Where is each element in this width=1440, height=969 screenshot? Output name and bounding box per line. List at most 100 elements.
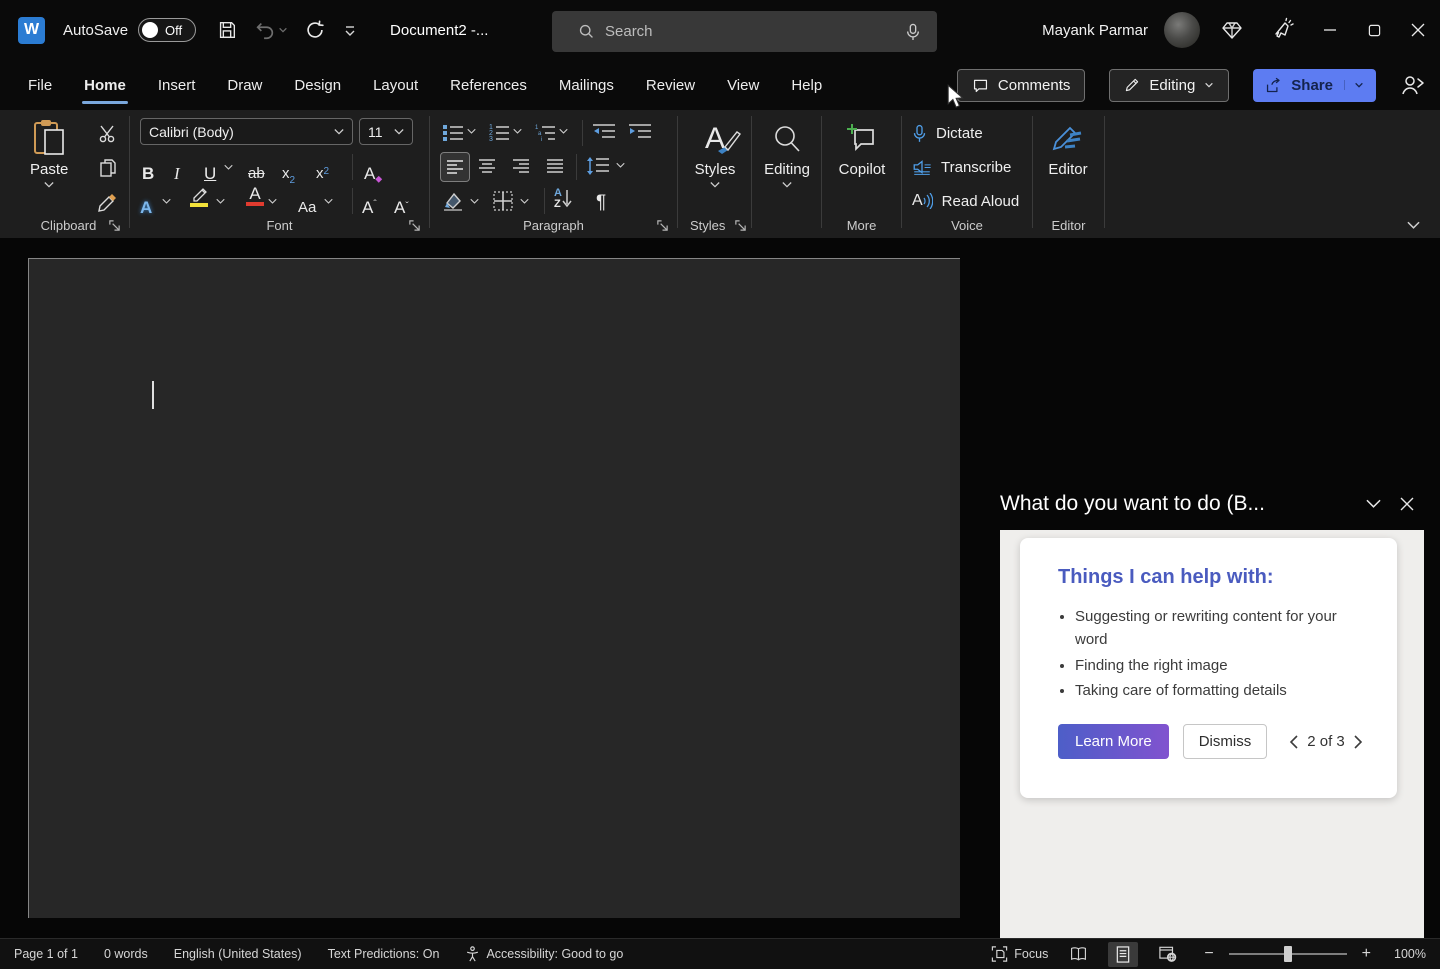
underline-dropdown-icon[interactable] (224, 164, 233, 171)
shrink-font-button[interactable]: Aˇ (394, 188, 409, 216)
multilevel-list-button[interactable]: 1ai (534, 122, 556, 142)
tab-insert[interactable]: Insert (142, 60, 212, 110)
editing-mode-button[interactable]: Editing (1109, 69, 1229, 102)
share-button[interactable]: Share (1253, 69, 1376, 102)
text-predictions-indicator[interactable]: Text Predictions: On (328, 947, 440, 961)
paragraph-dialog-launcher-icon[interactable] (656, 219, 669, 232)
align-left-button[interactable] (440, 152, 470, 182)
maximize-button[interactable] (1352, 0, 1396, 60)
cut-icon[interactable] (98, 124, 118, 144)
customize-quick-access-icon[interactable] (342, 22, 358, 38)
document-page[interactable] (28, 258, 960, 918)
align-center-button[interactable] (478, 158, 496, 174)
justify-button[interactable] (546, 158, 564, 174)
comments-button[interactable]: Comments (957, 69, 1086, 102)
word-logo-icon[interactable]: W (18, 17, 45, 44)
tab-mailings[interactable]: Mailings (543, 60, 630, 110)
bold-button[interactable]: B (142, 154, 154, 182)
focus-mode-button[interactable]: Focus (991, 946, 1048, 962)
accessibility-status[interactable]: Accessibility: Good to go (465, 946, 623, 962)
styles-button[interactable]: A Styles (686, 120, 744, 189)
superscript-button[interactable]: x2 (316, 154, 329, 182)
language-indicator[interactable]: English (United States) (174, 947, 302, 961)
paste-button[interactable]: Paste (30, 118, 68, 189)
close-button[interactable] (1396, 0, 1440, 60)
next-card-icon[interactable] (1354, 735, 1363, 749)
dismiss-button[interactable]: Dismiss (1183, 724, 1268, 759)
tab-layout[interactable]: Layout (357, 60, 434, 110)
autosave-toggle[interactable]: Off (138, 18, 196, 42)
line-spacing-dropdown-icon[interactable] (616, 162, 625, 169)
learn-more-button[interactable]: Learn More (1058, 724, 1169, 759)
format-painter-icon[interactable] (96, 190, 120, 214)
search-input[interactable]: Search (552, 11, 937, 52)
tab-draw[interactable]: Draw (211, 60, 278, 110)
shading-button[interactable] (442, 190, 464, 212)
strikethrough-button[interactable]: ab (248, 154, 265, 182)
tab-references[interactable]: References (434, 60, 543, 110)
tab-home[interactable]: Home (68, 60, 142, 110)
copy-icon[interactable] (98, 158, 118, 178)
shading-dropdown-icon[interactable] (470, 198, 479, 205)
decrease-indent-button[interactable] (592, 122, 616, 142)
numbered-list-dropdown-icon[interactable] (513, 128, 522, 135)
redo-icon[interactable] (304, 19, 326, 41)
underline-button[interactable]: U (204, 154, 216, 182)
read-mode-button[interactable] (1063, 942, 1093, 967)
page-indicator[interactable]: Page 1 of 1 (14, 947, 78, 961)
avatar[interactable] (1164, 12, 1200, 48)
diamond-icon[interactable] (1220, 18, 1244, 42)
highlight-dropdown-icon[interactable] (216, 198, 225, 205)
transcribe-button[interactable]: Transcribe (912, 152, 1011, 182)
italic-button[interactable]: I (174, 154, 180, 182)
share-dropdown-icon[interactable] (1344, 80, 1364, 90)
microphone-icon[interactable] (905, 23, 921, 41)
read-aloud-button[interactable]: A Read Aloud (912, 186, 1019, 216)
subscript-button[interactable]: x2 (282, 154, 295, 182)
tab-file[interactable]: File (12, 60, 68, 110)
font-size-combobox[interactable]: 11 (359, 118, 413, 145)
text-effects-button[interactable]: A (140, 188, 152, 216)
editor-button[interactable]: Editor (1039, 120, 1097, 178)
zoom-slider-handle[interactable] (1284, 946, 1292, 962)
borders-button[interactable] (492, 190, 514, 212)
styles-dialog-launcher-icon[interactable] (734, 219, 747, 232)
zoom-out-button[interactable]: − (1204, 945, 1213, 963)
previous-card-icon[interactable] (1289, 735, 1298, 749)
highlight-color-button[interactable] (190, 186, 210, 207)
bullet-list-button[interactable] (442, 122, 464, 142)
bullet-list-dropdown-icon[interactable] (467, 128, 476, 135)
tab-review[interactable]: Review (630, 60, 711, 110)
copilot-button[interactable]: Copilot (826, 120, 898, 178)
text-effects-dropdown-icon[interactable] (162, 198, 171, 205)
user-name[interactable]: Mayank Parmar (1042, 22, 1148, 39)
line-spacing-button[interactable] (586, 156, 610, 176)
megaphone-feedback-icon[interactable] (1270, 17, 1296, 43)
numbered-list-button[interactable]: 123 (488, 122, 510, 142)
font-color-dropdown-icon[interactable] (268, 198, 277, 205)
increase-indent-button[interactable] (628, 122, 652, 142)
web-layout-button[interactable] (1153, 942, 1183, 967)
zoom-level[interactable]: 100% (1394, 947, 1426, 961)
tab-design[interactable]: Design (278, 60, 357, 110)
font-name-combobox[interactable]: Calibri (Body) (140, 118, 353, 145)
borders-dropdown-icon[interactable] (520, 198, 529, 205)
tab-view[interactable]: View (711, 60, 775, 110)
save-icon[interactable] (216, 19, 238, 41)
grow-font-button[interactable]: Aˆ (362, 188, 377, 216)
editing-button[interactable]: Editing (756, 120, 818, 189)
dictate-button[interactable]: Dictate (912, 118, 983, 148)
undo-icon[interactable] (254, 19, 276, 41)
clipboard-dialog-launcher-icon[interactable] (108, 219, 121, 232)
undo-dropdown-icon[interactable] (278, 25, 288, 35)
sort-button[interactable]: AZ (554, 188, 572, 210)
show-formatting-marks-button[interactable]: ¶ (596, 186, 606, 214)
font-color-button[interactable]: A (246, 186, 264, 206)
print-layout-button[interactable] (1108, 942, 1138, 967)
collapse-ribbon-icon[interactable] (1407, 221, 1420, 230)
collapse-pane-chevron-icon[interactable] (1356, 487, 1390, 521)
multilevel-list-dropdown-icon[interactable] (559, 128, 568, 135)
close-pane-icon[interactable] (1390, 487, 1424, 521)
change-case-button[interactable]: Aa (298, 188, 316, 216)
change-case-dropdown-icon[interactable] (324, 198, 333, 205)
